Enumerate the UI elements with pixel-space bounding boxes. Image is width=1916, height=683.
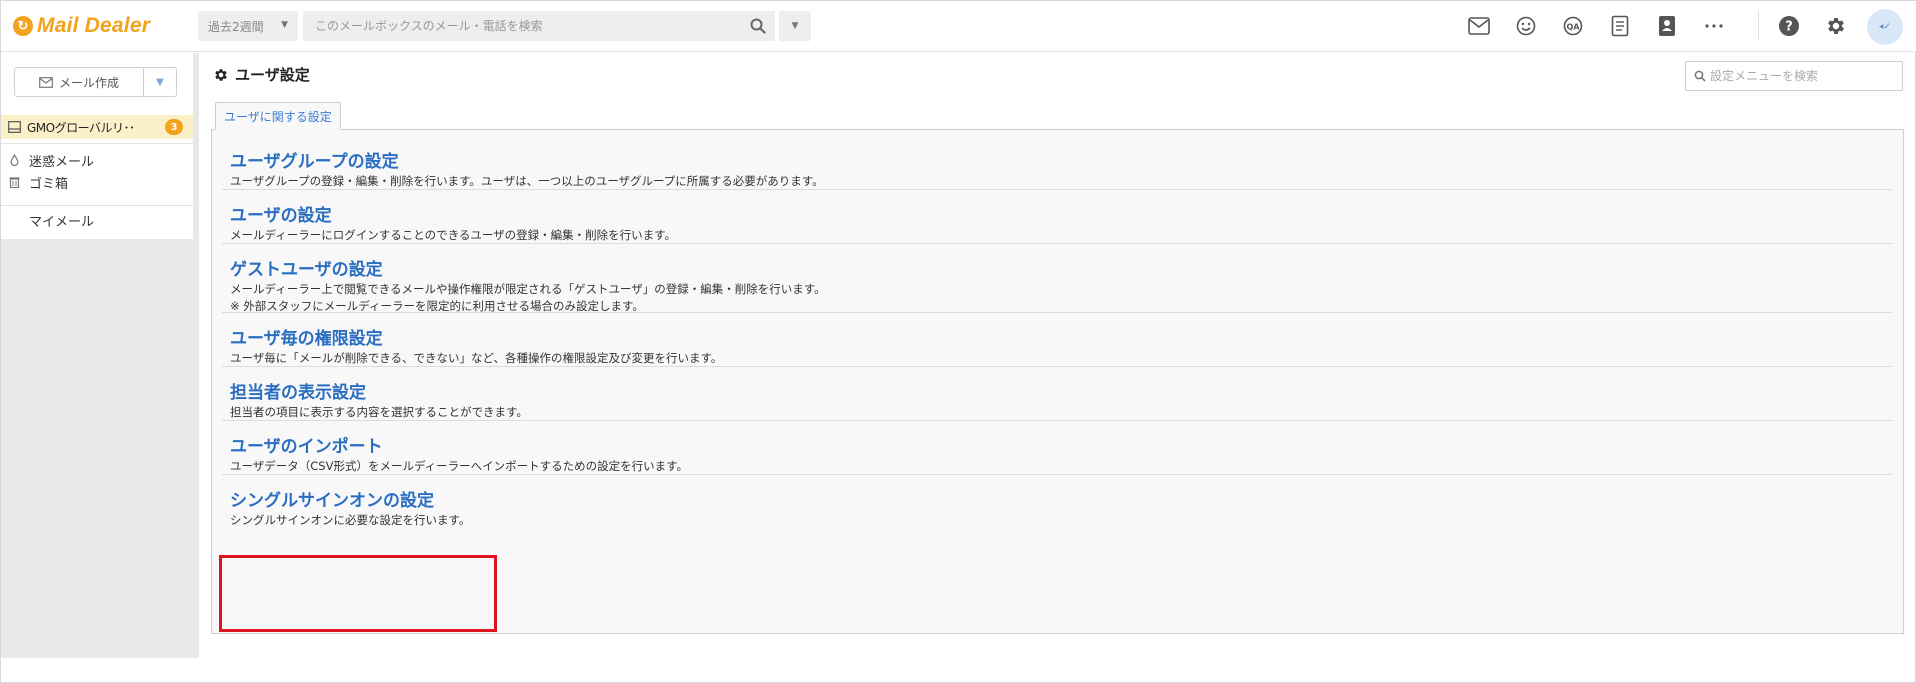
inbox-icon xyxy=(8,121,21,133)
smile-icon[interactable] xyxy=(1510,11,1542,41)
menu-search-box xyxy=(1685,61,1903,91)
more-icon[interactable] xyxy=(1698,11,1730,41)
setting-description: メールディーラー上で閲覧できるメールや操作権限が限定される「ゲストユーザ」の登録… xyxy=(230,282,826,296)
chevron-down-icon: ▼ xyxy=(156,76,164,88)
gear-icon xyxy=(215,68,227,81)
setting-link-assignee-display[interactable]: 担当者の表示設定 xyxy=(230,378,366,403)
setting-item: シングルサインオンの設定 シングルサインオンに必要な設定を行います。 xyxy=(222,475,1892,531)
chevron-down-icon: ▼ xyxy=(791,21,799,31)
compose-label: メール作成 xyxy=(58,75,119,90)
menu-search-input[interactable] xyxy=(1710,69,1900,83)
app-logo[interactable]: ↻ Mail Dealer xyxy=(13,13,150,39)
sidebar-item-my-mail[interactable]: マイメール xyxy=(1,209,193,231)
search-icon[interactable] xyxy=(749,17,767,35)
help-icon[interactable]: ? xyxy=(1773,11,1805,41)
document-icon[interactable] xyxy=(1604,11,1636,41)
svg-text:QA: QA xyxy=(1567,23,1581,32)
setting-description: ユーザ毎に「メールが削除できる、できない」など、各種操作の権限設定及び変更を行い… xyxy=(230,351,723,365)
sidebar-item-label: 迷惑メール xyxy=(29,154,95,170)
period-select[interactable]: 過去2週間 ▼ xyxy=(198,11,298,41)
setting-item: ユーザのインポート ユーザデータ（CSV形式）をメールディーラーへインポートする… xyxy=(222,421,1892,475)
setting-item: ゲストユーザの設定 メールディーラー上で閲覧できるメールや操作権限が限定される「… xyxy=(222,244,1892,313)
avatar[interactable]: ◂✓ xyxy=(1867,9,1903,45)
header-bar: ↻ Mail Dealer 過去2週間 ▼ ▼ QA xyxy=(1,1,1916,52)
setting-link-user[interactable]: ユーザの設定 xyxy=(230,201,332,226)
envelope-icon xyxy=(39,76,53,88)
setting-link-user-import[interactable]: ユーザのインポート xyxy=(230,432,383,457)
drop-icon xyxy=(7,154,21,166)
setting-item: ユーザの設定 メールディーラーにログインすることのできるユーザの登録・編集・削除… xyxy=(222,190,1892,244)
header-toolbar: QA xyxy=(1463,11,1745,41)
setting-description: メールディーラーにログインすることのできるユーザの登録・編集・削除を行います。 xyxy=(230,228,676,242)
app-window: ↻ Mail Dealer 過去2週間 ▼ ▼ QA xyxy=(0,0,1916,683)
gear-icon[interactable] xyxy=(1820,11,1852,41)
sidebar: メール作成 ▼ GMOグローバルリ･･ 3 迷惑メール ゴミ箱 マイメール xyxy=(1,53,199,658)
divider xyxy=(1,205,193,206)
compose-dropdown-button[interactable]: ▼ xyxy=(144,77,176,88)
mail-search-box xyxy=(303,11,775,41)
search-icon xyxy=(1694,70,1706,82)
logo-mark-icon: ↻ xyxy=(13,16,33,36)
setting-link-guest-user[interactable]: ゲストユーザの設定 xyxy=(230,255,383,280)
chevron-down-icon: ▼ xyxy=(281,20,288,30)
svg-text:?: ? xyxy=(1785,20,1793,35)
mail-search-input[interactable] xyxy=(303,12,723,40)
setting-link-user-permissions[interactable]: ユーザ毎の権限設定 xyxy=(230,324,383,349)
setting-description: ユーザデータ（CSV形式）をメールディーラーへインポートするための設定を行います… xyxy=(230,459,689,473)
setting-link-single-sign-on[interactable]: シングルサインオンの設定 xyxy=(230,486,434,511)
mail-icon[interactable] xyxy=(1463,11,1495,41)
sidebar-item-label: ゴミ箱 xyxy=(29,176,69,192)
qa-icon[interactable]: QA xyxy=(1557,11,1589,41)
unread-count-badge: 3 xyxy=(165,119,183,135)
search-options-button[interactable]: ▼ xyxy=(779,11,811,41)
setting-item: 担当者の表示設定 担当者の項目に表示する内容を選択することができます。 xyxy=(222,367,1892,421)
mailbox-label: GMOグローバルリ･･ xyxy=(27,120,135,135)
setting-item: ユーザ毎の権限設定 ユーザ毎に「メールが削除できる、できない」など、各種操作の権… xyxy=(222,313,1892,367)
page-title-text: ユーザ設定 xyxy=(235,66,310,84)
compose-button[interactable]: メール作成 xyxy=(15,68,144,96)
setting-link-user-group[interactable]: ユーザグループの設定 xyxy=(230,147,399,172)
highlight-box xyxy=(219,555,497,632)
trash-icon xyxy=(7,176,21,188)
page-title: ユーザ設定 xyxy=(213,64,310,85)
setting-item: ユーザグループの設定 ユーザグループの登録・編集・削除を行います。ユーザは、一つ… xyxy=(222,136,1892,190)
sidebar-item-spam[interactable]: 迷惑メール xyxy=(1,149,193,171)
sidebar-item-label: マイメール xyxy=(29,214,95,230)
contact-book-icon[interactable] xyxy=(1651,11,1683,41)
compose-button-group: メール作成 ▼ xyxy=(14,67,177,97)
logo-text: Mail Dealer xyxy=(37,14,151,37)
tab-user-settings[interactable]: ユーザに関する設定 xyxy=(215,102,341,130)
sidebar-panel: メール作成 ▼ GMOグローバルリ･･ 3 迷惑メール ゴミ箱 マイメール xyxy=(1,53,193,239)
mailbox-item[interactable]: GMOグローバルリ･･ 3 xyxy=(1,115,193,139)
header-divider xyxy=(1758,11,1759,41)
setting-description: シングルサインオンに必要な設定を行います。 xyxy=(230,513,471,527)
period-label: 過去2週間 xyxy=(208,19,264,34)
setting-description: ユーザグループの登録・編集・削除を行います。ユーザは、一つ以上のユーザグループに… xyxy=(230,174,824,188)
setting-description: 担当者の項目に表示する内容を選択することができます。 xyxy=(230,405,528,419)
sidebar-item-trash[interactable]: ゴミ箱 xyxy=(1,171,193,193)
divider xyxy=(1,143,193,144)
